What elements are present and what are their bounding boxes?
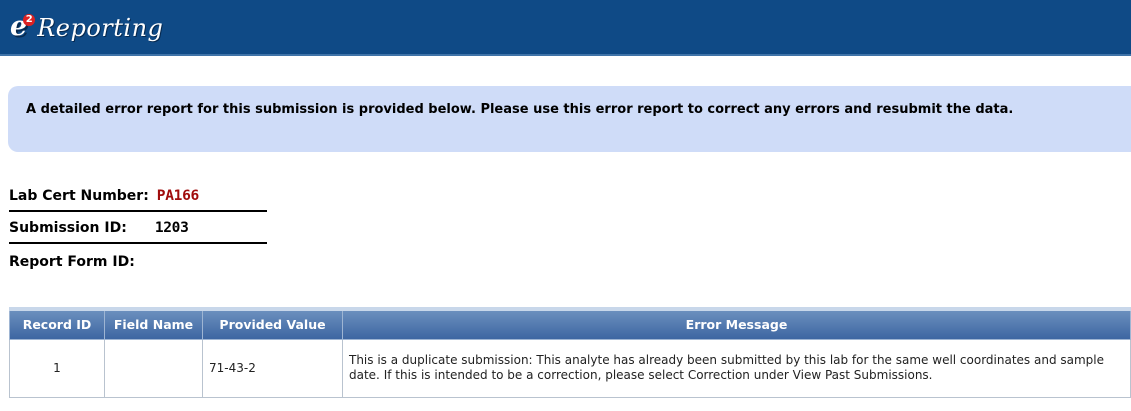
logo-superscript: 2 <box>23 14 36 26</box>
submission-id-row: Submission ID: 1203 <box>9 212 267 244</box>
report-form-id-row: Report Form ID: <box>9 244 267 270</box>
lab-cert-label: Lab Cert Number: <box>9 188 149 204</box>
submission-info: Lab Cert Number: PA166 Submission ID: 12… <box>9 186 267 270</box>
cell-error-message: This is a duplicate submission: This ana… <box>342 338 1131 398</box>
header-error-message[interactable]: Error Message <box>342 307 1131 340</box>
lab-cert-row: Lab Cert Number: PA166 <box>9 186 267 212</box>
table-row: 1 71-43-2 This is a duplicate submission… <box>9 338 1131 398</box>
header-field-name[interactable]: Field Name <box>104 307 203 340</box>
report-form-id-label: Report Form ID: <box>9 254 135 270</box>
logo-word: Reporting <box>37 14 164 42</box>
submission-id-value: 1203 <box>154 220 189 236</box>
notice-text: A detailed error report for this submiss… <box>26 102 1014 117</box>
cell-provided-value: 71-43-2 <box>202 338 343 398</box>
table-header-row: Record ID Field Name Provided Value Erro… <box>9 307 1131 340</box>
header-provided-value[interactable]: Provided Value <box>202 307 343 340</box>
app-header: e 2 Reporting <box>0 0 1131 56</box>
error-report-table: Record ID Field Name Provided Value Erro… <box>9 307 1131 398</box>
submission-id-label: Submission ID: <box>9 220 127 236</box>
e2-reporting-logo: e 2 Reporting <box>10 10 163 50</box>
cell-field-name <box>104 338 203 398</box>
lab-cert-value: PA166 <box>156 188 199 204</box>
error-report-notice: A detailed error report for this submiss… <box>8 86 1131 152</box>
cell-record-id: 1 <box>9 338 105 398</box>
header-record-id[interactable]: Record ID <box>9 307 105 340</box>
